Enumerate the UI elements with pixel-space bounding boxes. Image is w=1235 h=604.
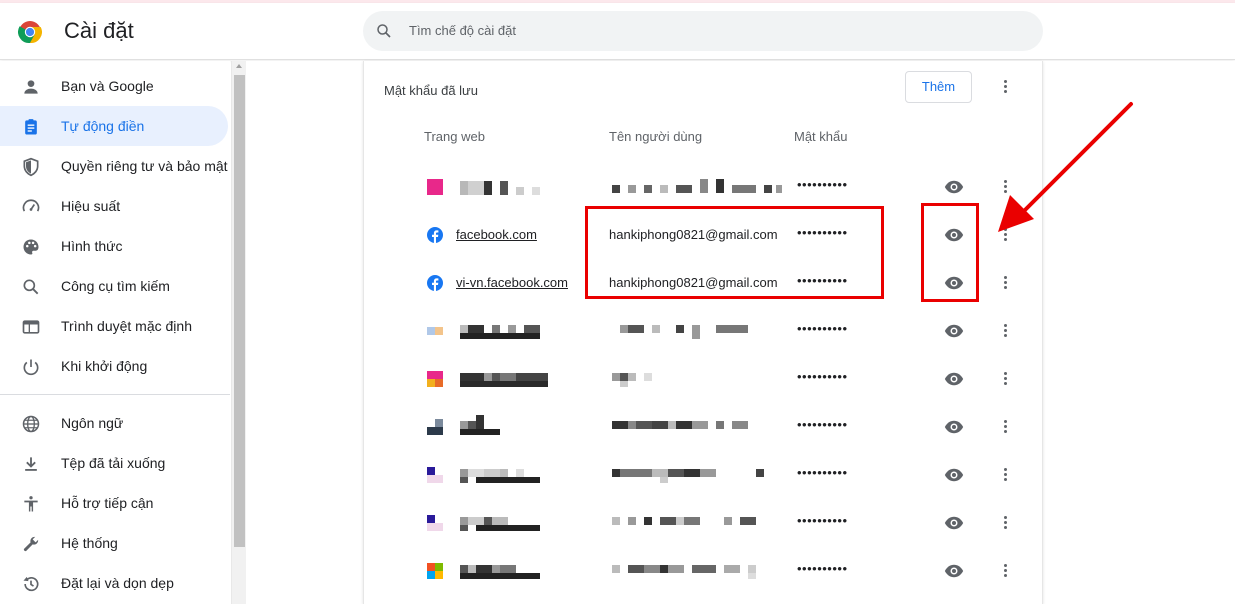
accessibility-icon: [24, 496, 38, 512]
site-favicon-blurred: [427, 467, 443, 483]
sidebar-item-label: Hỗ trợ tiếp cận: [61, 495, 154, 511]
show-password-eye-icon[interactable]: [944, 417, 964, 437]
search-icon: [377, 24, 391, 38]
column-header-site: Trang web: [424, 129, 485, 144]
saved-passwords-card: Mật khẩu đã lưu Thêm Trang web Tên người…: [363, 61, 1043, 604]
sidebar-item-label: Quyền riêng tư và bảo mật: [61, 158, 228, 174]
sidebar-item-system[interactable]: Hệ thống: [0, 523, 228, 563]
site-link[interactable]: facebook.com: [456, 227, 537, 242]
assignment-icon: [25, 119, 37, 135]
site-favicon-blurred: [427, 419, 443, 435]
sidebar-item-languages[interactable]: Ngôn ngữ: [0, 403, 228, 443]
password-dots: ••••••••••: [797, 561, 848, 576]
sidebar-item-on-startup[interactable]: Khi khởi động: [0, 346, 228, 386]
sidebar-item-label: Trình duyệt mặc định: [61, 318, 192, 334]
row-more-options-icon[interactable]: [996, 321, 1016, 341]
password-row[interactable]: ••••••••••: [364, 403, 1044, 451]
download-icon: [25, 457, 37, 471]
settings-search-bar[interactable]: Tìm chế độ cài đặt: [363, 11, 1043, 51]
sidebar-item-downloads[interactable]: Tệp đã tải xuống: [0, 443, 228, 483]
sidebar-item-label: Tự động điền: [61, 118, 145, 134]
sidebar-item-performance[interactable]: Hiệu suất: [0, 186, 228, 226]
row-more-options-icon[interactable]: [996, 465, 1016, 485]
password-row[interactable]: ••••••••••: [364, 307, 1044, 355]
sidebar-item-label: Hệ thống: [61, 535, 118, 551]
sidebar-scrollbar[interactable]: [231, 61, 246, 604]
site-favicon-blurred: [427, 515, 443, 531]
annotation-highlight-eye-buttons: [921, 203, 979, 302]
shield-icon: [23, 157, 39, 177]
search-icon: [23, 279, 39, 295]
site-favicon-blurred: [427, 371, 443, 387]
sidebar-item-accessibility[interactable]: Hỗ trợ tiếp cận: [0, 483, 228, 523]
password-row[interactable]: ••••••••••: [364, 451, 1044, 499]
settings-header: Cài đặt Tìm chế độ cài đặt: [0, 3, 1235, 60]
password-row[interactable]: ••••••••••: [364, 355, 1044, 403]
speed-icon: [22, 199, 40, 212]
site-favicon-blurred: [427, 323, 443, 339]
sidebar-divider: [0, 394, 230, 395]
search-input[interactable]: Tìm chế độ cài đặt: [409, 23, 516, 38]
show-password-eye-icon[interactable]: [944, 177, 964, 197]
column-header-password: Mật khẩu: [794, 129, 848, 144]
show-password-eye-icon[interactable]: [944, 561, 964, 581]
sidebar-item-autofill[interactable]: Tự động điền: [0, 106, 228, 146]
chrome-logo-icon: [18, 21, 42, 44]
power-icon: [23, 359, 39, 376]
password-dots: ••••••••••: [797, 465, 848, 480]
facebook-icon: [427, 227, 443, 243]
password-dots: ••••••••••: [797, 177, 848, 192]
sidebar-item-reset[interactable]: Đặt lại và dọn dẹp: [0, 563, 228, 603]
sidebar-item-label: Hiệu suất: [61, 198, 121, 214]
row-more-options-icon[interactable]: [996, 513, 1016, 533]
sidebar-item-label: Hình thức: [61, 238, 123, 254]
sidebar-item-label: Tệp đã tải xuống: [61, 455, 166, 471]
password-dots: ••••••••••: [797, 417, 848, 432]
globe-icon: [22, 415, 40, 433]
password-dots: ••••••••••: [797, 369, 848, 384]
sidebar-item-appearance[interactable]: Hình thức: [0, 226, 228, 266]
row-more-options-icon[interactable]: [996, 561, 1016, 581]
palette-icon: [23, 239, 39, 255]
history-icon: [23, 576, 39, 592]
site-link[interactable]: vi-vn.facebook.com: [456, 275, 568, 290]
row-more-options-icon[interactable]: [996, 273, 1016, 293]
sidebar-item-default-browser[interactable]: Trình duyệt mặc định: [0, 306, 228, 346]
annotation-arrow-icon: [998, 102, 1133, 232]
facebook-icon: [427, 275, 443, 291]
password-row[interactable]: ••••••••••: [364, 547, 1044, 595]
sidebar-item-label: Bạn và Google: [61, 78, 154, 94]
page-title: Cài đặt: [64, 18, 134, 43]
row-more-options-icon[interactable]: [996, 417, 1016, 437]
annotation-highlight-usernames: [585, 206, 884, 299]
column-header-username: Tên người dùng: [609, 129, 703, 144]
sidebar-item-label: Ngôn ngữ: [61, 415, 124, 431]
wrench-icon: [23, 536, 39, 552]
scroll-up-arrow-icon[interactable]: [236, 64, 242, 68]
sidebar-item-you-and-google[interactable]: Bạn và Google: [0, 66, 228, 106]
browser-icon: [22, 320, 40, 334]
sidebar-item-privacy[interactable]: Quyền riêng tư và bảo mật: [0, 146, 228, 186]
show-password-eye-icon[interactable]: [944, 369, 964, 389]
password-row[interactable]: ••••••••••: [364, 499, 1044, 547]
show-password-eye-icon[interactable]: [944, 321, 964, 341]
person-icon: [24, 80, 38, 94]
password-dots: ••••••••••: [797, 513, 848, 528]
show-password-eye-icon[interactable]: [944, 465, 964, 485]
add-password-button[interactable]: Thêm: [905, 71, 972, 103]
scrollbar-thumb[interactable]: [234, 75, 245, 547]
show-password-eye-icon[interactable]: [944, 513, 964, 533]
sidebar-item-label: Công cụ tìm kiếm: [61, 278, 170, 294]
row-more-options-icon[interactable]: [996, 369, 1016, 389]
sidebar-item-label: Khi khởi động: [61, 358, 148, 374]
site-favicon-blurred: [427, 563, 443, 579]
more-options-icon[interactable]: [996, 77, 1016, 97]
sidebar-item-label: Đặt lại và dọn dẹp: [61, 575, 174, 591]
sidebar-item-search-engine[interactable]: Công cụ tìm kiếm: [0, 266, 228, 306]
section-title: Mật khẩu đã lưu: [384, 83, 478, 98]
site-favicon-blurred: [427, 179, 443, 195]
password-dots: ••••••••••: [797, 321, 848, 336]
settings-sidebar: Bạn và Google Tự động điền Quyền riêng t…: [0, 61, 230, 604]
